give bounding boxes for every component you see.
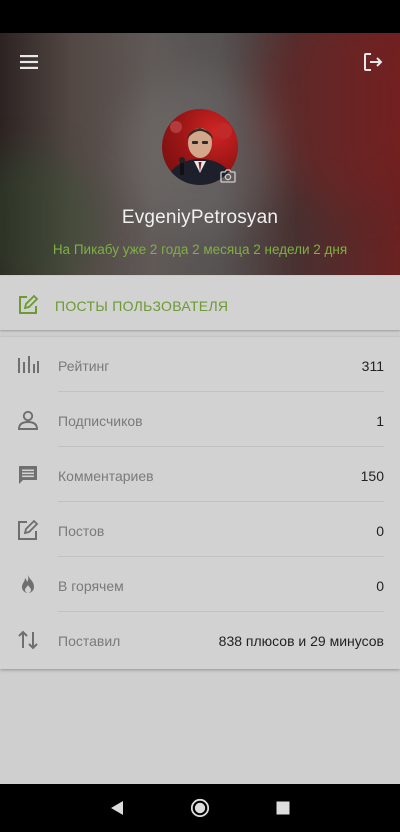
stat-hot: В горячем 0 <box>0 557 400 612</box>
user-posts-label: ПОСТЫ ПОЛЬЗОВАТЕЛЯ <box>55 298 229 314</box>
stat-subscribers: Подписчиков 1 <box>0 392 400 447</box>
camera-icon[interactable] <box>220 169 236 183</box>
stat-label: В горячем <box>58 578 124 594</box>
stat-label: Комментариев <box>58 468 154 484</box>
stat-value: 150 <box>360 468 384 484</box>
stat-votes: Поставил 838 плюсов и 29 минусов <box>0 612 400 667</box>
swap-vertical-icon <box>18 630 38 650</box>
stat-value: 0 <box>376 578 384 594</box>
flame-icon <box>22 575 34 593</box>
edit-icon <box>19 294 39 314</box>
stats-list: Рейтинг 311 Подписчиков 1 Комментариев 1… <box>0 337 400 669</box>
stat-label: Рейтинг <box>58 358 110 374</box>
stat-label: Подписчиков <box>58 413 143 429</box>
stat-label: Поставил <box>58 633 121 649</box>
stat-value: 838 плюсов и 29 минусов <box>218 633 384 649</box>
stat-comments: Комментариев 150 <box>0 447 400 502</box>
edit-icon <box>18 519 39 540</box>
username: EvgeniyPetrosyan <box>121 207 279 228</box>
profile-header: EvgeniyPetrosyan На Пикабу уже 2 года 2 … <box>0 33 400 275</box>
status-bar <box>0 0 400 33</box>
stat-value: 1 <box>376 413 384 429</box>
comment-icon <box>19 466 37 484</box>
menu-icon[interactable] <box>16 49 42 75</box>
user-posts-button[interactable]: ПОСТЫ ПОЛЬЗОВАТЕЛЯ <box>0 276 400 330</box>
stat-label: Постов <box>58 523 105 539</box>
recent-apps-icon[interactable] <box>276 801 290 815</box>
person-icon <box>18 410 38 430</box>
stat-value: 0 <box>376 523 384 539</box>
stat-value: 311 <box>361 358 384 374</box>
back-icon[interactable] <box>110 800 124 816</box>
home-icon[interactable] <box>190 798 210 818</box>
stat-posts: Постов 0 <box>0 502 400 557</box>
member-since: На Пикабу уже 2 года 2 месяца 2 недели 2… <box>52 242 348 257</box>
logout-icon[interactable] <box>360 49 386 75</box>
bar-chart-icon <box>18 356 39 373</box>
navigation-bar <box>0 784 400 832</box>
stat-rating: Рейтинг 311 <box>0 337 400 392</box>
